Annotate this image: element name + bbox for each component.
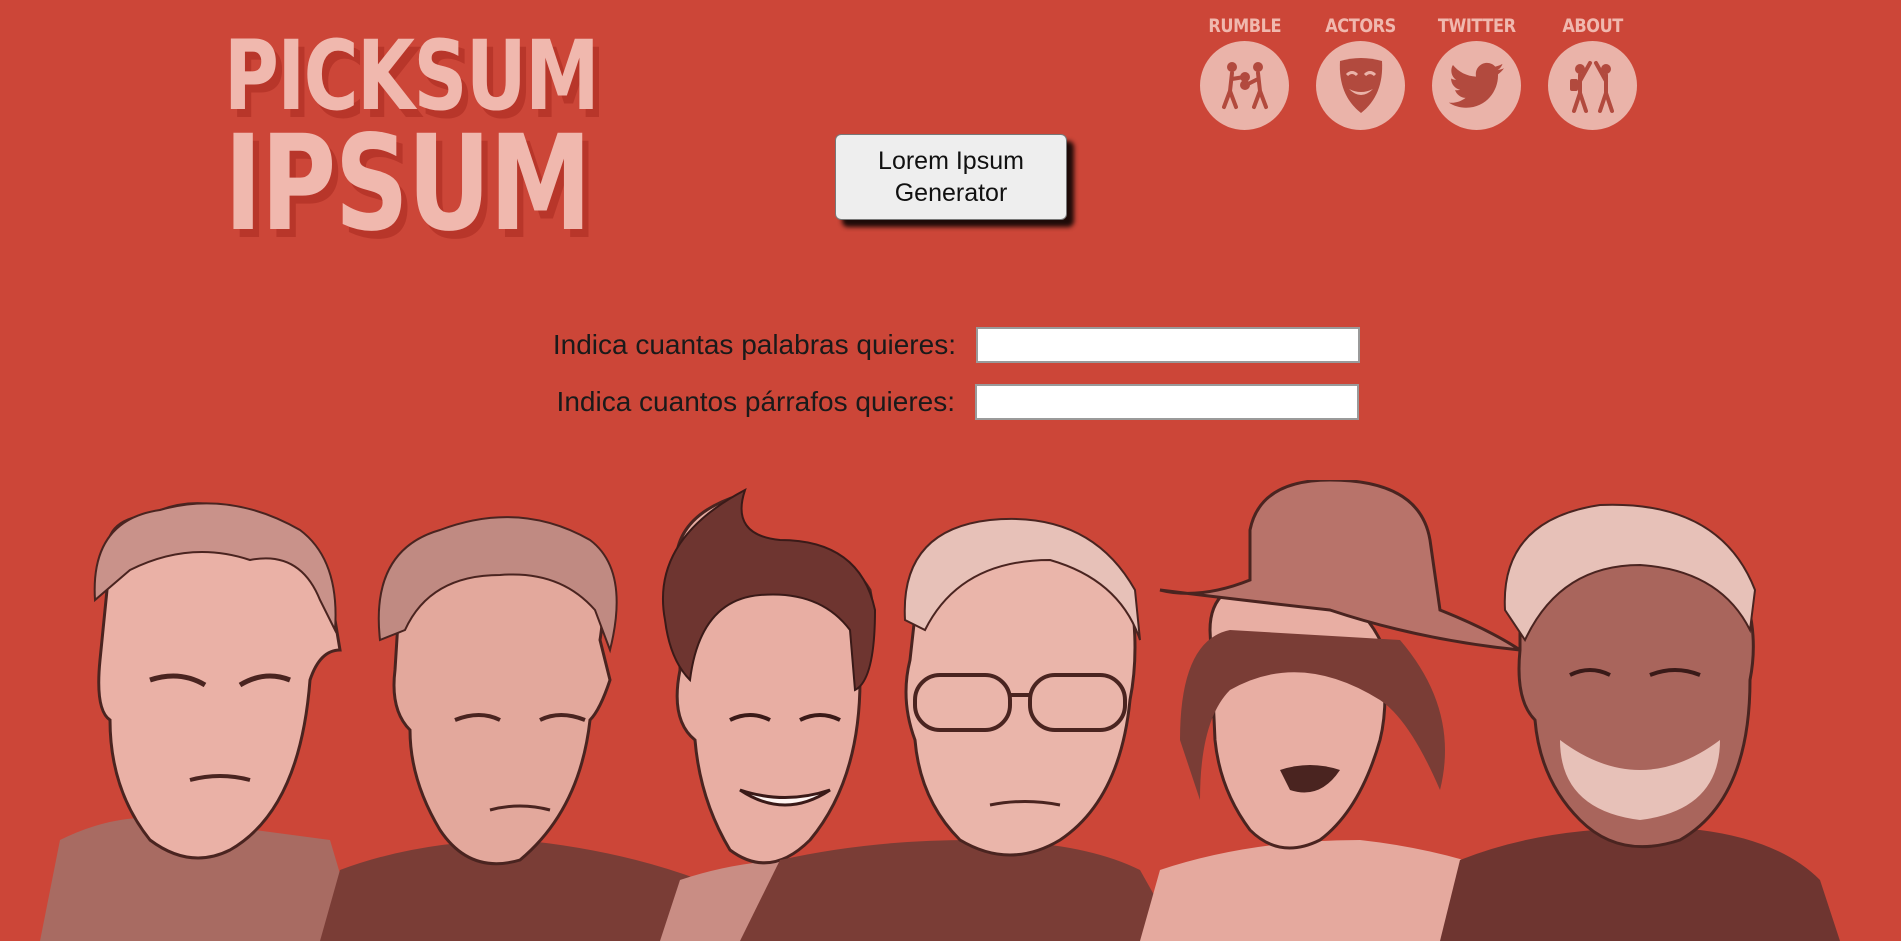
picksum-ipsum-logo[interactable]: PICKSUM IPSUM	[224, 28, 600, 261]
paragraphs-input[interactable]	[975, 384, 1359, 420]
twitter-bird-icon[interactable]	[1432, 41, 1521, 130]
paragraphs-label: Indica cuantos párrafos quieres:	[556, 386, 955, 417]
words-row: Indica cuantas palabras quieres:	[536, 327, 1360, 363]
nav-label-twitter: TWITTER	[1437, 15, 1516, 37]
actor-portrait-6	[1440, 503, 1840, 941]
words-input[interactable]	[976, 327, 1360, 363]
nav-item-rumble[interactable]: RUMBLE	[1200, 14, 1289, 130]
theater-mask-icon[interactable]	[1316, 41, 1405, 130]
lorem-ipsum-generator-button[interactable]: Lorem Ipsum Generator	[835, 134, 1067, 220]
top-nav: RUMBLE ACTORS TWITTER ABOUT	[1200, 14, 1637, 130]
actor-portrait-2	[320, 516, 720, 941]
nav-label-rumble: RUMBLE	[1208, 15, 1281, 37]
nav-item-actors[interactable]: ACTORS	[1316, 14, 1405, 130]
actors-illustration	[40, 480, 1840, 941]
nav-item-about[interactable]: ABOUT	[1548, 14, 1637, 130]
words-label: Indica cuantas palabras quieres:	[552, 329, 956, 360]
paragraphs-row: Indica cuantos párrafos quieres:	[535, 384, 1359, 420]
nav-label-about: ABOUT	[1562, 15, 1623, 37]
high-five-icon[interactable]	[1548, 41, 1637, 130]
logo-line-2: IPSUM	[224, 107, 592, 261]
actor-portrait-1	[40, 502, 360, 941]
nav-label-actors: ACTORS	[1325, 15, 1396, 37]
page: PICKSUM IPSUM RUMBLE ACTORS TWITTER ABOU…	[0, 0, 1901, 941]
boxers-icon[interactable]	[1200, 41, 1289, 130]
nav-item-twitter[interactable]: TWITTER	[1432, 14, 1521, 130]
